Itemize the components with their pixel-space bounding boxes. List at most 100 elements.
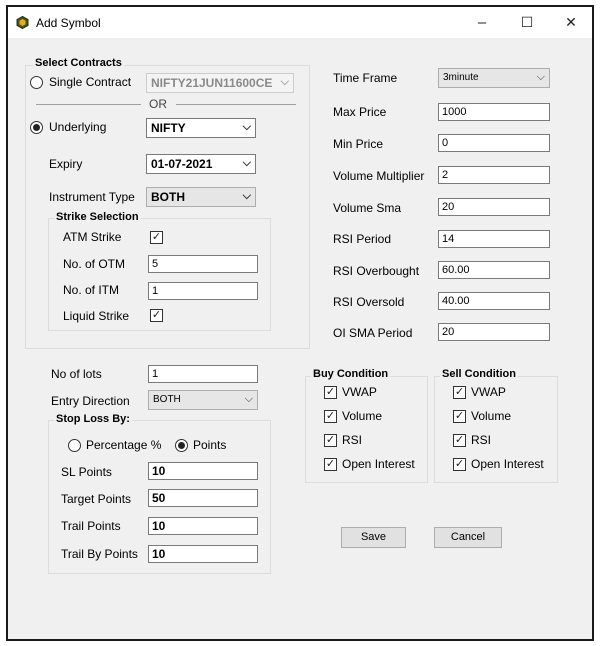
sell-rsi-checkbox[interactable]: ✓ — [453, 434, 466, 447]
instrument-type-value: BOTH — [151, 190, 185, 204]
trail-points-label: Trail Points — [61, 519, 121, 533]
buy-condition-title: Buy Condition — [311, 368, 391, 380]
min-price-input[interactable]: 0 — [438, 134, 550, 152]
points-label: Points — [193, 438, 227, 452]
chevron-down-icon: ⌵ — [536, 71, 545, 83]
check-icon: ✓ — [325, 434, 336, 446]
chevron-down-icon: ⌵ — [244, 393, 253, 405]
or-label: OR — [149, 97, 167, 111]
check-icon: ✓ — [151, 231, 162, 243]
app-icon — [16, 16, 29, 29]
target-points-input[interactable]: 50 — [148, 489, 258, 507]
trail-by-points-input[interactable]: 10 — [148, 545, 258, 563]
itm-input[interactable]: 1 — [148, 282, 258, 300]
maximize-button[interactable]: ☐ — [505, 7, 549, 38]
percentage-label: Percentage % — [86, 438, 162, 452]
buy-vwap-label: VWAP — [342, 385, 377, 399]
window-title: Add Symbol — [36, 16, 101, 30]
trail-points-input[interactable]: 10 — [148, 517, 258, 535]
instrument-type-label: Instrument Type — [49, 190, 135, 204]
itm-label: No. of ITM — [63, 283, 120, 297]
percentage-radio[interactable] — [68, 439, 81, 452]
atm-strike-checkbox[interactable]: ✓ — [150, 231, 163, 244]
check-icon: ✓ — [454, 386, 465, 398]
buy-volume-label: Volume — [342, 409, 383, 423]
sell-oi-label: Open Interest — [471, 457, 544, 471]
liquid-strike-label: Liquid Strike — [63, 309, 130, 323]
buy-vwap-checkbox[interactable]: ✓ — [324, 386, 337, 399]
otm-label: No. of OTM — [63, 257, 126, 271]
entry-direction-label: Entry Direction — [51, 394, 130, 408]
time-frame-combo[interactable]: 3minute ⌵ — [438, 68, 550, 88]
single-contract-value: NIFTY21JUN11600CE — [151, 76, 273, 90]
underlying-combo[interactable]: NIFTY ⌵ — [146, 118, 256, 138]
time-frame-label: Time Frame — [333, 71, 398, 85]
expiry-combo[interactable]: 01-07-2021 ⌵ — [146, 154, 256, 174]
no-of-lots-input[interactable]: 1 — [148, 365, 258, 383]
stop-loss-title: Stop Loss By: — [54, 413, 132, 425]
check-icon: ✓ — [151, 309, 162, 321]
buy-volume-checkbox[interactable]: ✓ — [324, 410, 337, 423]
target-points-label: Target Points — [61, 492, 132, 506]
sell-vwap-checkbox[interactable]: ✓ — [453, 386, 466, 399]
max-price-label: Max Price — [333, 105, 387, 119]
buy-oi-checkbox[interactable]: ✓ — [324, 458, 337, 471]
single-contract-combo[interactable]: NIFTY21JUN11600CE ⌵ — [146, 73, 294, 93]
instrument-type-combo[interactable]: BOTH ⌵ — [146, 187, 256, 207]
chevron-down-icon: ⌵ — [242, 121, 251, 133]
sell-rsi-label: RSI — [471, 433, 492, 447]
title-bar: Add Symbol – ☐ ✕ — [8, 7, 592, 38]
save-button[interactable]: Save — [341, 527, 406, 548]
max-price-input[interactable]: 1000 — [438, 103, 550, 121]
or-divider-right — [176, 104, 296, 105]
trail-by-points-label: Trail By Points — [61, 547, 138, 561]
sell-volume-checkbox[interactable]: ✓ — [453, 410, 466, 423]
time-frame-value: 3minute — [443, 72, 479, 83]
entry-direction-combo[interactable]: BOTH ⌵ — [148, 390, 258, 410]
oi-sma-period-label: OI SMA Period — [333, 326, 413, 340]
single-contract-radio[interactable] — [30, 76, 43, 89]
liquid-strike-checkbox[interactable]: ✓ — [150, 309, 163, 322]
rsi-overbought-label: RSI Overbought — [333, 264, 420, 278]
volume-sma-input[interactable]: 20 — [438, 198, 550, 216]
cancel-button[interactable]: Cancel — [434, 527, 502, 548]
entry-direction-value: BOTH — [153, 394, 181, 405]
min-price-label: Min Price — [333, 137, 384, 151]
buy-oi-label: Open Interest — [342, 457, 415, 471]
buy-rsi-label: RSI — [342, 433, 363, 447]
sell-volume-label: Volume — [471, 409, 512, 423]
rsi-period-label: RSI Period — [333, 232, 392, 246]
sell-vwap-label: VWAP — [471, 385, 506, 399]
rsi-oversold-input[interactable]: 40.00 — [438, 292, 550, 310]
chevron-down-icon: ⌵ — [280, 76, 289, 88]
check-icon: ✓ — [325, 458, 336, 470]
volume-sma-label: Volume Sma — [333, 201, 402, 215]
volume-multiplier-label: Volume Multiplier — [333, 169, 425, 183]
sl-points-input[interactable]: 10 — [148, 462, 258, 480]
add-symbol-window: Add Symbol – ☐ ✕ Select Contracts Single… — [6, 5, 594, 641]
points-radio[interactable] — [175, 439, 188, 452]
underlying-radio[interactable] — [30, 121, 43, 134]
chevron-down-icon: ⌵ — [242, 190, 251, 202]
single-contract-label: Single Contract — [49, 75, 132, 89]
strike-selection-title: Strike Selection — [54, 211, 141, 223]
underlying-label: Underlying — [49, 120, 107, 134]
check-icon: ✓ — [454, 458, 465, 470]
rsi-oversold-label: RSI Oversold — [333, 295, 405, 309]
otm-input[interactable]: 5 — [148, 255, 258, 273]
expiry-value: 01-07-2021 — [151, 157, 213, 171]
rsi-overbought-input[interactable]: 60.00 — [438, 261, 550, 279]
select-contracts-title: Select Contracts — [33, 57, 124, 69]
oi-sma-period-input[interactable]: 20 — [438, 323, 550, 341]
volume-multiplier-input[interactable]: 2 — [438, 166, 550, 184]
chevron-down-icon: ⌵ — [242, 157, 251, 169]
expiry-label: Expiry — [49, 157, 83, 171]
check-icon: ✓ — [325, 410, 336, 422]
check-icon: ✓ — [454, 410, 465, 422]
check-icon: ✓ — [454, 434, 465, 446]
close-button[interactable]: ✕ — [549, 7, 593, 38]
minimize-button[interactable]: – — [460, 7, 504, 38]
sell-oi-checkbox[interactable]: ✓ — [453, 458, 466, 471]
rsi-period-input[interactable]: 14 — [438, 230, 550, 248]
buy-rsi-checkbox[interactable]: ✓ — [324, 434, 337, 447]
